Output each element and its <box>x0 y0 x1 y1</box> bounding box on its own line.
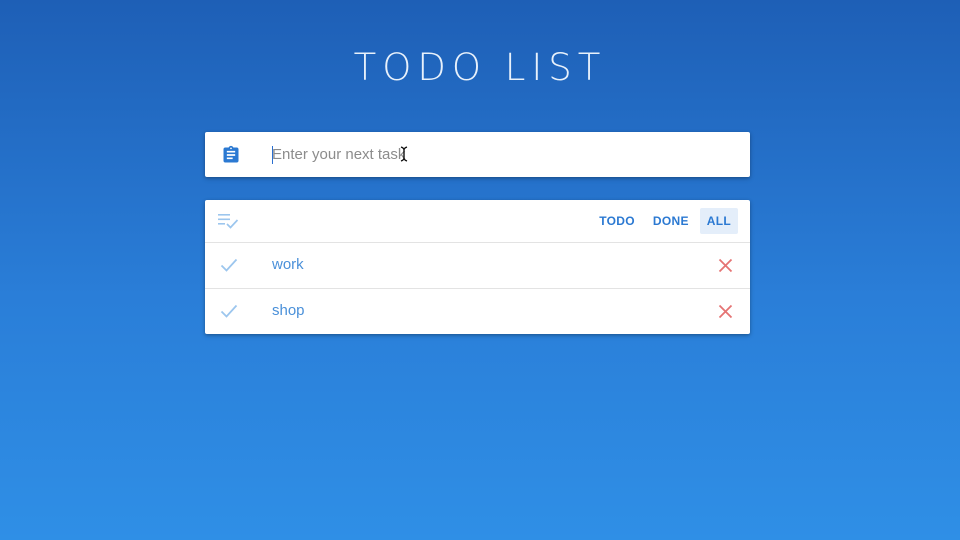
task-row: work <box>205 243 750 289</box>
filter-toolbar: TODO DONE ALL <box>205 200 750 243</box>
task-label: shop <box>272 302 305 319</box>
task-input[interactable] <box>272 140 722 169</box>
page-title: TODO LIST <box>353 46 607 89</box>
check-icon[interactable] <box>220 303 238 319</box>
task-list-card: TODO DONE ALL work shop <box>205 200 750 334</box>
close-icon[interactable] <box>718 258 733 273</box>
text-caret <box>272 146 273 164</box>
text-cursor-icon <box>400 146 408 162</box>
task-label: work <box>272 256 304 273</box>
clipboard-icon <box>223 145 239 163</box>
playlist-check-icon <box>218 214 239 229</box>
filter-todo-button[interactable]: TODO <box>592 208 642 234</box>
task-row: shop <box>205 289 750 334</box>
task-input-card <box>205 132 750 177</box>
check-icon[interactable] <box>220 257 238 273</box>
filter-buttons: TODO DONE ALL <box>592 208 738 234</box>
filter-all-button[interactable]: ALL <box>699 208 738 234</box>
close-icon[interactable] <box>718 304 733 319</box>
filter-done-button[interactable]: DONE <box>646 208 696 234</box>
